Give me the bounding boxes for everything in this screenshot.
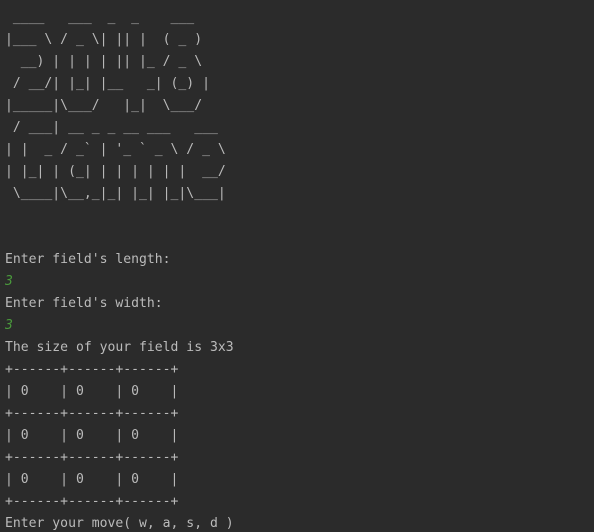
- width-input-value: 3: [5, 318, 13, 333]
- banner-line: |___ \ / _ \| || | ( _ ): [5, 32, 210, 47]
- board-row: | 0 | 0 | 0 |: [5, 384, 179, 399]
- length-input-value: 3: [5, 274, 13, 289]
- board-border: +------+------+------+: [5, 362, 179, 377]
- banner-line: | | _ / _` | '_ ` _ \ / _ \: [5, 142, 226, 157]
- blank-lines: [5, 205, 594, 249]
- banner-line: |_____|\___/ |_| \___/: [5, 98, 210, 113]
- game-board: +------+------+------+ | 0 | 0 | 0 | +--…: [5, 359, 594, 513]
- width-prompt: Enter field's width:: [5, 296, 163, 311]
- board-border: +------+------+------+: [5, 450, 179, 465]
- banner-line: __) | | | | || |_ / _ \: [5, 54, 210, 69]
- board-row: | 0 | 0 | 0 |: [5, 428, 179, 443]
- banner-line: / ___| __ _ _ __ ___ ___: [5, 120, 226, 135]
- board-border: +------+------+------+: [5, 406, 179, 421]
- board-border: +------+------+------+: [5, 494, 179, 509]
- console-output: ____ ___ _ _ ___ |___ \ / _ \| || | ( _ …: [5, 7, 594, 532]
- length-prompt: Enter field's length:: [5, 252, 171, 267]
- banner-line: | |_| | (_| | | | | | | __/: [5, 164, 226, 179]
- move-prompt[interactable]: Enter your move( w, a, s, d ): [5, 513, 594, 532]
- ascii-banner: ____ ___ _ _ ___ |___ \ / _ \| || | ( _ …: [5, 7, 594, 205]
- banner-line: \____|\__,_|_| |_| |_|\___|: [5, 186, 226, 201]
- board-row: | 0 | 0 | 0 |: [5, 472, 179, 487]
- banner-line: ____ ___ _ _ ___: [5, 10, 210, 25]
- field-size-message: The size of your field is 3x3: [5, 340, 234, 355]
- banner-line: / __/| |_| |__ _| (_) |: [5, 76, 210, 91]
